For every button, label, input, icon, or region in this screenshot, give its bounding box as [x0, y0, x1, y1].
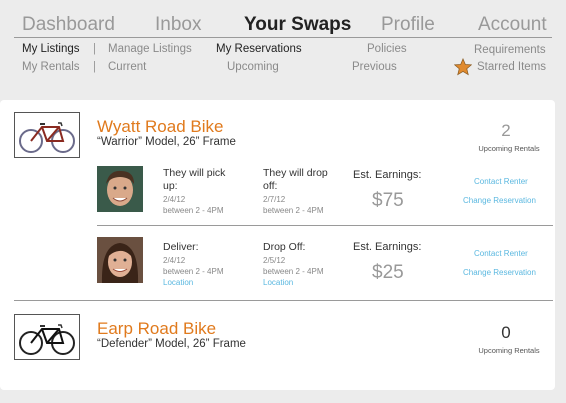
dropoff-date: 2/7/12 [263, 195, 286, 204]
subnav-separator: | [93, 61, 96, 73]
pickup-date: 2/4/12 [163, 195, 186, 204]
tab-inbox[interactable]: Inbox [155, 14, 201, 36]
renter-avatar[interactable] [97, 166, 143, 212]
dropoff-time: between 2 - 4PM [263, 206, 324, 215]
pickup-time: between 2 - 4PM [163, 206, 224, 215]
subnav-requirements[interactable]: Requirements [474, 44, 546, 56]
earnings-value: $25 [372, 262, 404, 283]
subnav-separator: | [93, 43, 96, 55]
upcoming-count: 0 [501, 323, 511, 342]
dropoff-label: Drop Off: [263, 241, 306, 253]
contact-renter-link[interactable]: Contact Renter [474, 249, 528, 258]
earnings-value: $75 [372, 190, 404, 211]
listing-divider [14, 300, 553, 301]
subnav-previous[interactable]: Previous [352, 61, 397, 73]
deliver-time: between 2 - 4PM [163, 267, 224, 276]
road-bike-icon [19, 122, 75, 153]
renter-photo-female [97, 237, 143, 283]
listings-card: Wyatt Road Bike “Warrior” Model, 26” Fra… [0, 100, 555, 390]
subnav-my-reservations[interactable]: My Reservations [216, 43, 302, 55]
pickup-label: They will pick up: [163, 167, 226, 192]
subnav-policies[interactable]: Policies [367, 43, 407, 55]
deliver-location-link[interactable]: Location [163, 278, 193, 287]
subnav-my-rentals[interactable]: My Rentals [22, 61, 80, 73]
road-bike-icon [19, 324, 75, 355]
bike-thumbnail[interactable] [14, 112, 80, 158]
listing-model: “Defender” Model, 26” Frame [97, 338, 246, 350]
subnav-manage-listings[interactable]: Manage Listings [108, 43, 192, 55]
change-reservation-link[interactable]: Change Reservation [463, 268, 536, 277]
subnav-current[interactable]: Current [108, 61, 146, 73]
dropoff-time: between 2 - 4PM [263, 267, 324, 276]
deliver-date: 2/4/12 [163, 256, 186, 265]
reservation-divider [97, 225, 553, 226]
dropoff-date: 2/5/12 [263, 256, 286, 265]
dropoff-location-link[interactable]: Location [263, 278, 293, 287]
bike-thumbnail[interactable] [14, 314, 80, 360]
tab-profile[interactable]: Profile [381, 14, 435, 36]
upcoming-count-label: Upcoming Rentals [478, 144, 540, 153]
upcoming-count-label: Upcoming Rentals [478, 346, 540, 355]
star-icon[interactable] [454, 58, 472, 76]
upcoming-count: 2 [501, 121, 511, 140]
renter-photo-male [97, 166, 143, 212]
nav-divider [14, 37, 552, 38]
change-reservation-link[interactable]: Change Reservation [463, 196, 536, 205]
listing-title[interactable]: Earp Road Bike [97, 319, 216, 339]
subnav-starred-items[interactable]: Starred Items [477, 61, 546, 73]
dropoff-label: They will drop off: [263, 167, 328, 192]
tab-your-swaps[interactable]: Your Swaps [244, 14, 351, 36]
renter-avatar[interactable] [97, 237, 143, 283]
subnav-my-listings[interactable]: My Listings [22, 43, 80, 55]
deliver-label: Deliver: [163, 241, 199, 253]
listing-model: “Warrior” Model, 26” Frame [97, 136, 236, 148]
tab-dashboard[interactable]: Dashboard [22, 14, 115, 36]
tab-account[interactable]: Account [478, 14, 547, 36]
earnings-label: Est. Earnings: [353, 241, 422, 253]
earnings-label: Est. Earnings: [353, 169, 422, 181]
subnav-upcoming[interactable]: Upcoming [227, 61, 279, 73]
contact-renter-link[interactable]: Contact Renter [474, 177, 528, 186]
listing-title[interactable]: Wyatt Road Bike [97, 117, 223, 137]
